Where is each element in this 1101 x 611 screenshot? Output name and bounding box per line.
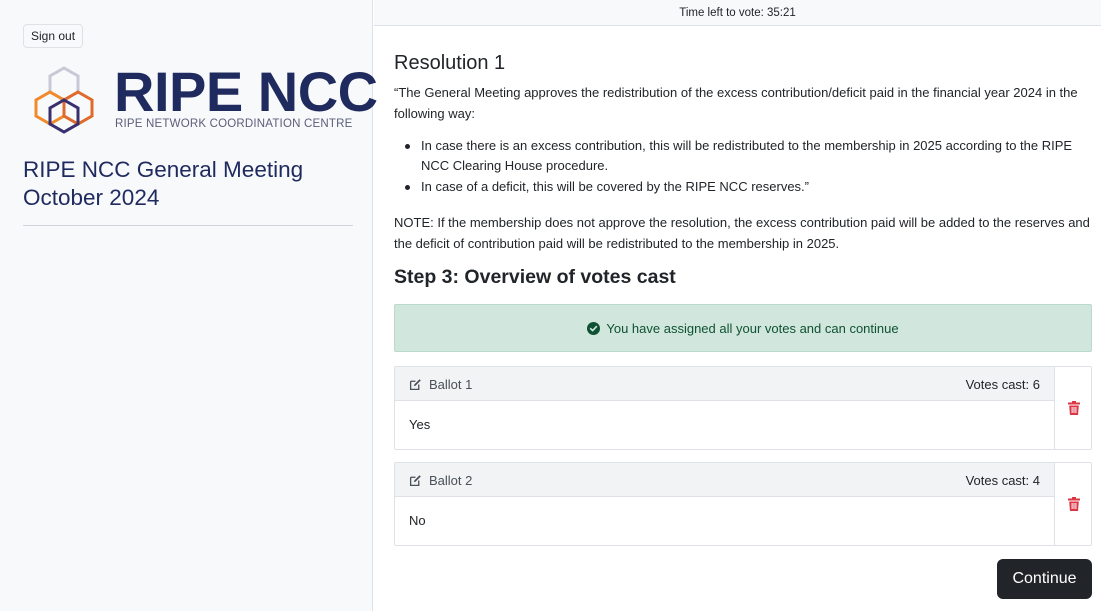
continue-button[interactable]: Continue bbox=[997, 559, 1092, 599]
trash-icon bbox=[1067, 497, 1080, 511]
votes-cast: Votes cast: 6 bbox=[965, 377, 1040, 392]
check-circle-icon bbox=[587, 321, 601, 335]
sidebar: Sign out RIPE NCC RIPE NETWORK COORDINAT… bbox=[0, 0, 378, 611]
ballot-choice: Yes bbox=[409, 417, 431, 432]
sign-out-button[interactable]: Sign out bbox=[23, 24, 84, 48]
ballot-name: Ballot 2 bbox=[429, 473, 473, 488]
success-alert: You have assigned all your votes and can… bbox=[394, 304, 1092, 352]
ballot-edit-link[interactable]: Ballot 1 bbox=[409, 377, 472, 392]
meeting-title: RIPE NCC General Meeting October 2024 bbox=[23, 157, 304, 210]
sidebar-divider bbox=[23, 225, 353, 226]
votes-cast: Votes cast: 4 bbox=[965, 473, 1040, 488]
ballot-header: Ballot 1 Votes cast: 6 bbox=[395, 367, 1054, 401]
delete-ballot-button[interactable] bbox=[1054, 367, 1092, 449]
resolution-intro: “The General Meeting approves the redist… bbox=[394, 85, 1078, 121]
resolution-bullet-deficit: In case of a deficit, this will be cover… bbox=[394, 177, 1092, 197]
ballot-header: Ballot 2 Votes cast: 4 bbox=[395, 463, 1054, 497]
resolution-note: NOTE: If the membership does not approve… bbox=[394, 215, 1090, 251]
ballot-card: Ballot 2 Votes cast: 4 No bbox=[394, 462, 1092, 546]
edit-icon bbox=[409, 475, 421, 487]
edit-icon bbox=[409, 379, 421, 391]
vote-timer: Time left to vote: 35:21 bbox=[374, 0, 1101, 26]
logo-wordmark: RIPE NCC bbox=[114, 60, 378, 123]
logo-subtitle: RIPE NETWORK COORDINATION CENTRE bbox=[115, 118, 353, 130]
resolution-bullet-excess: In case there is an excess contribution,… bbox=[394, 136, 1092, 176]
ripe-ncc-logo: RIPE NCC RIPE NETWORK COORDINATION CENTR… bbox=[22, 62, 378, 142]
ripe-hexagon-logo-icon bbox=[34, 66, 94, 134]
delete-ballot-button[interactable] bbox=[1054, 463, 1092, 545]
trash-icon bbox=[1067, 401, 1080, 415]
resolution-title: Resolution 1 bbox=[394, 52, 506, 74]
ballot-edit-link[interactable]: Ballot 2 bbox=[409, 473, 472, 488]
ballot-name: Ballot 1 bbox=[429, 377, 473, 392]
ballot-card: Ballot 1 Votes cast: 6 Yes bbox=[394, 366, 1092, 450]
step-title: Step 3: Overview of votes cast bbox=[394, 266, 676, 288]
success-alert-text: You have assigned all your votes and can… bbox=[606, 320, 899, 336]
ballot-choice: No bbox=[409, 513, 426, 528]
resolution-bullets: In case there is an excess contribution,… bbox=[394, 136, 1092, 198]
